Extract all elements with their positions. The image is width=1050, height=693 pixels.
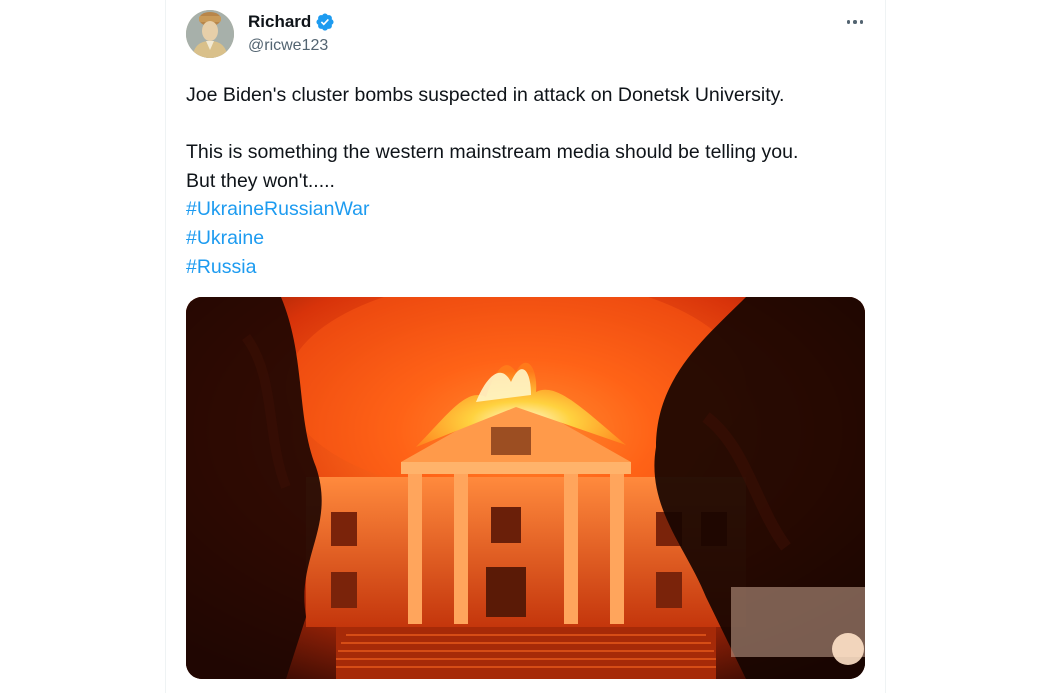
tweet-media-photo[interactable] — [186, 297, 865, 679]
tweet-line: This is something the western mainstream… — [186, 141, 799, 164]
tweet-card[interactable]: Richard @ricwe123 Joe Biden's cluster bo… — [165, 0, 886, 693]
hashtag-link[interactable]: #UkraineRussianWar — [186, 195, 866, 224]
tweet-line: But they won't..... — [186, 169, 335, 192]
more-dot — [853, 20, 857, 24]
author-name-row[interactable]: Richard — [248, 11, 335, 33]
hashtag-link[interactable]: #Russia — [186, 253, 866, 282]
portrait-avatar-image — [186, 10, 234, 58]
hashtag-link[interactable]: #Ukraine — [186, 224, 866, 253]
verified-badge-icon — [315, 12, 335, 32]
display-name[interactable]: Richard — [248, 12, 311, 32]
burning-building-photo — [186, 297, 865, 679]
tweet-line: Joe Biden's cluster bombs suspected in a… — [186, 84, 785, 106]
avatar[interactable] — [186, 10, 234, 58]
tweet-text: Joe Biden's cluster bombs suspected in a… — [186, 81, 866, 281]
author-handle[interactable]: @ricwe123 — [248, 37, 328, 55]
more-dot — [859, 20, 864, 24]
more-options-button[interactable] — [843, 12, 867, 32]
more-horizontal-icon — [846, 20, 851, 24]
